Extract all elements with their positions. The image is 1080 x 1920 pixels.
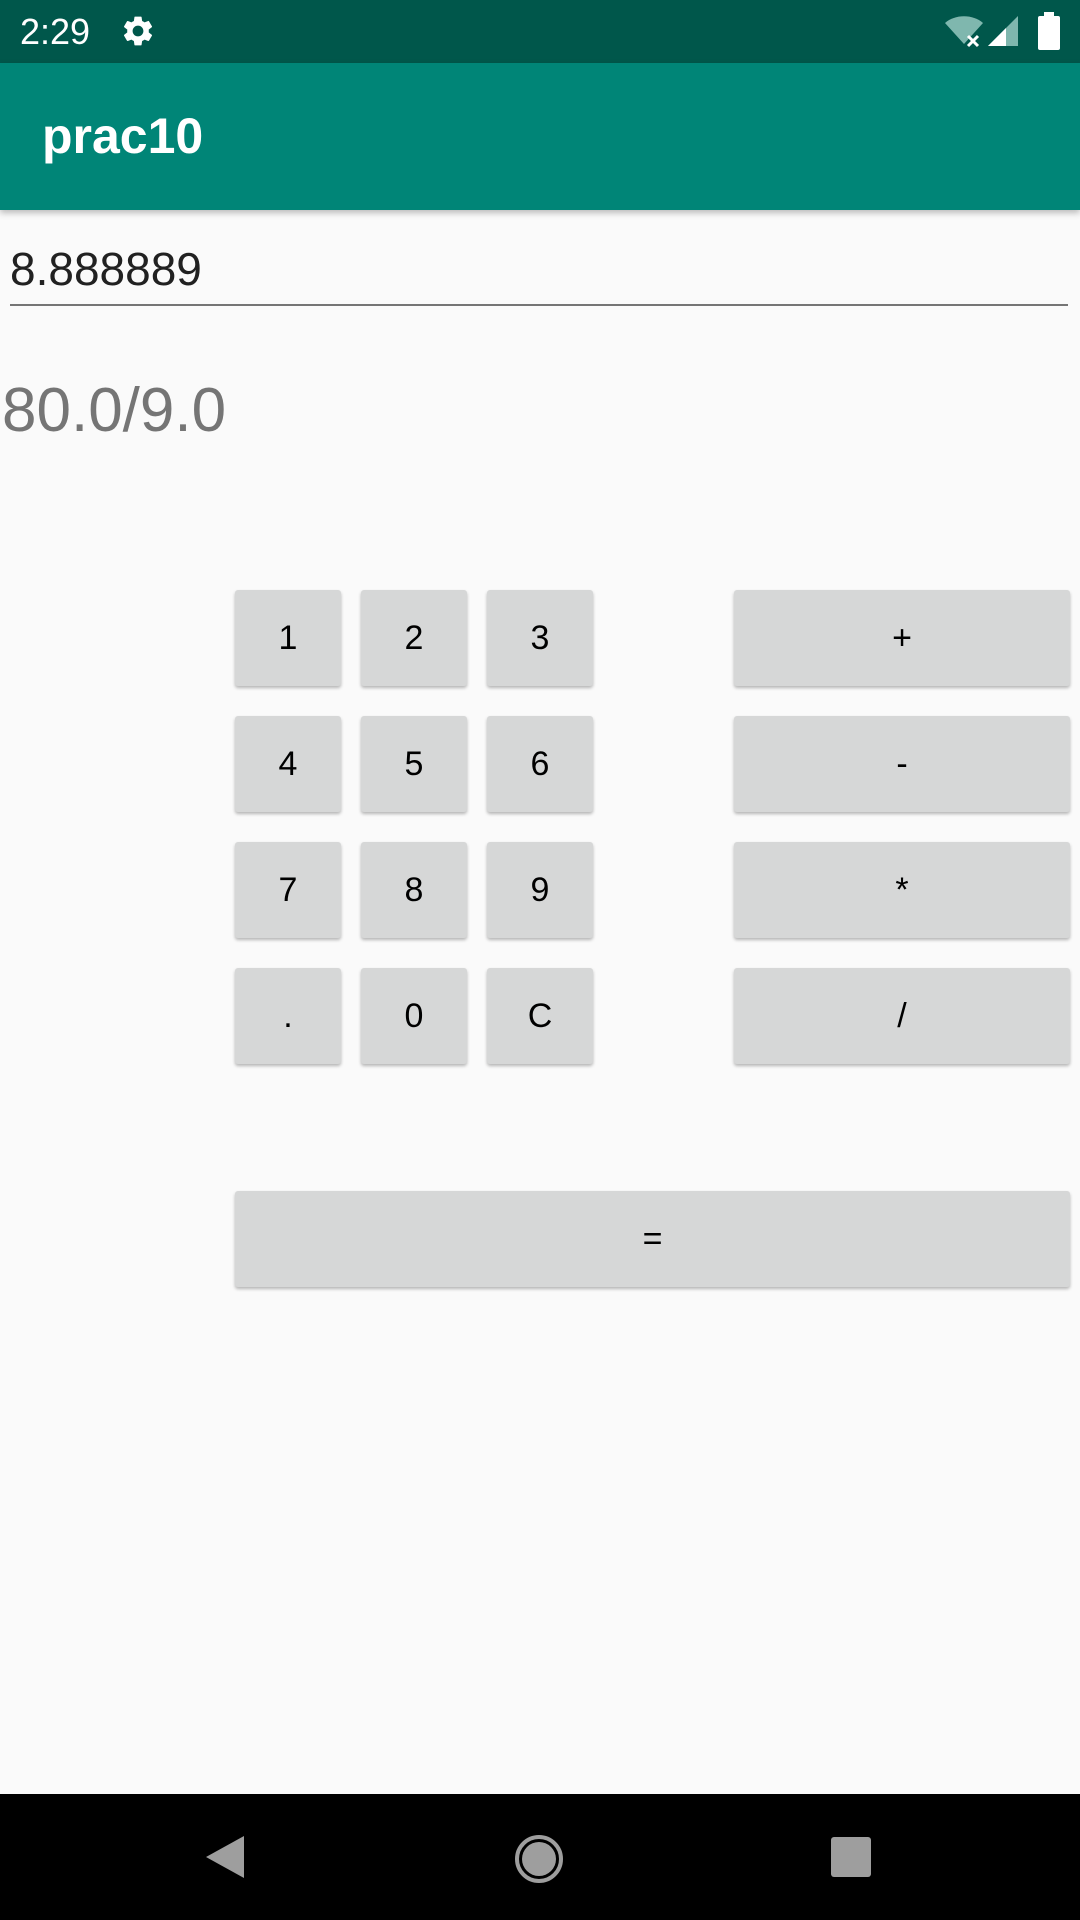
home-icon[interactable]	[514, 1834, 564, 1884]
signal-icon	[988, 16, 1018, 46]
add-button[interactable]: +	[734, 590, 1070, 686]
digit-6-button[interactable]: 6	[487, 716, 593, 812]
battery-icon	[1038, 12, 1060, 50]
status-bar: 2:29	[0, 0, 1080, 63]
digit-0-button[interactable]: 0	[361, 968, 467, 1064]
digit-8-button[interactable]: 8	[361, 842, 467, 938]
digit-5-button[interactable]: 5	[361, 716, 467, 812]
digit-7-button[interactable]: 7	[235, 842, 341, 938]
result-input[interactable]	[10, 234, 1068, 306]
digit-2-button[interactable]: 2	[361, 590, 467, 686]
clear-button[interactable]: C	[487, 968, 593, 1064]
recents-icon[interactable]	[830, 1836, 872, 1878]
wifi-icon	[945, 16, 983, 48]
app-title: prac10	[42, 108, 204, 164]
digit-4-button[interactable]: 4	[235, 716, 341, 812]
gear-icon	[123, 16, 153, 46]
expression-text: 80.0/9.0	[2, 376, 227, 445]
equals-button[interactable]: =	[235, 1191, 1070, 1287]
divide-button[interactable]: /	[734, 968, 1070, 1064]
app-bar: prac10	[0, 63, 1080, 210]
multiply-button[interactable]: *	[734, 842, 1070, 938]
digit-3-button[interactable]: 3	[487, 590, 593, 686]
digit-9-button[interactable]: 9	[487, 842, 593, 938]
status-time: 2:29	[20, 11, 91, 52]
back-icon[interactable]	[204, 1834, 246, 1880]
subtract-button[interactable]: -	[734, 716, 1070, 812]
digit-1-button[interactable]: 1	[235, 590, 341, 686]
decimal-point-button[interactable]: .	[235, 968, 341, 1064]
